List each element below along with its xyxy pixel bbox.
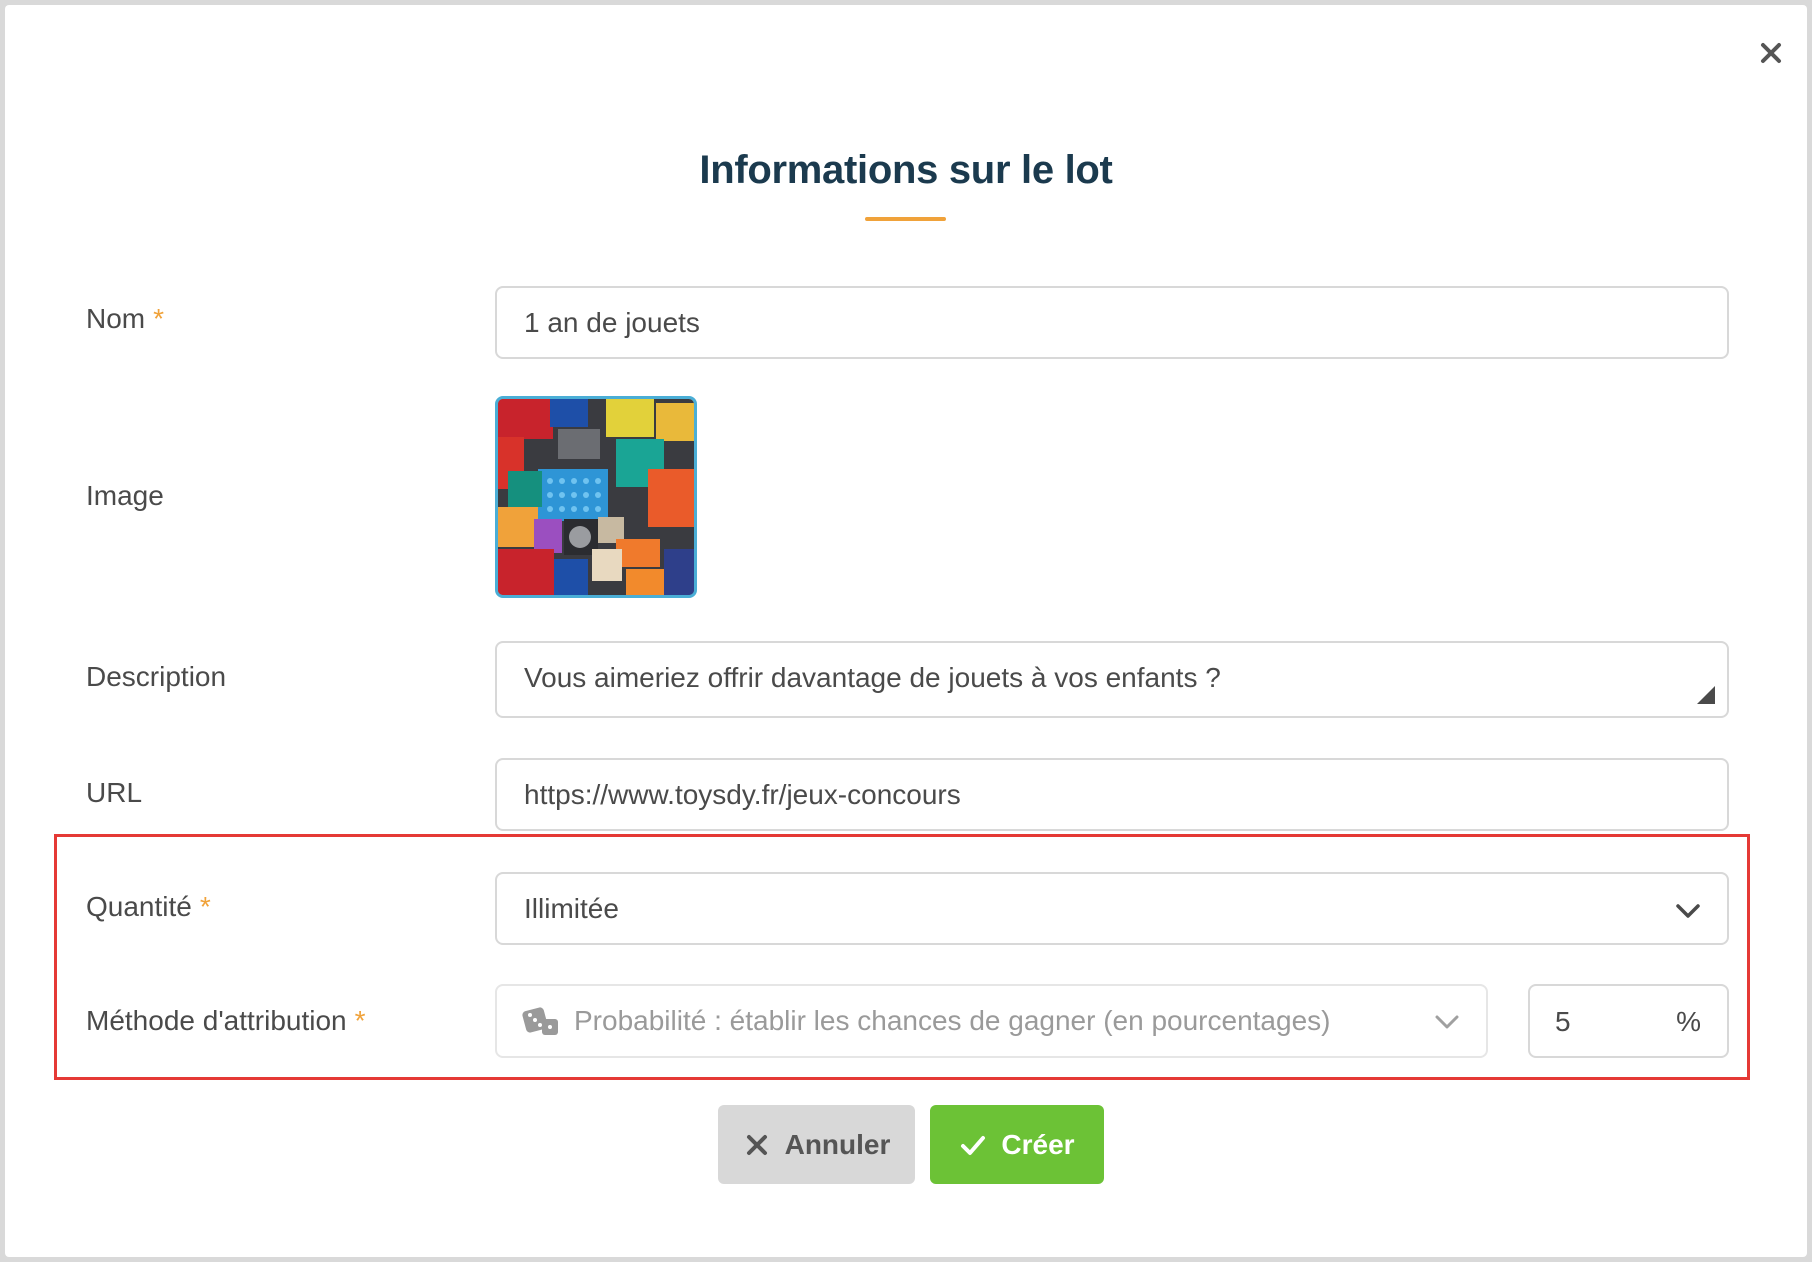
close-button[interactable]: [1753, 35, 1789, 71]
create-button[interactable]: Créer: [930, 1105, 1104, 1184]
image-thumbnail[interactable]: [495, 396, 697, 598]
nom-input-value: 1 an de jouets: [524, 306, 700, 338]
nom-input[interactable]: 1 an de jouets: [495, 286, 1729, 359]
description-label: Description: [86, 661, 227, 692]
close-icon: [1761, 43, 1781, 63]
description-textarea[interactable]: Vous aimeriez offrir davantage de jouets…: [495, 641, 1729, 718]
title-underline: [865, 217, 946, 221]
resize-grip-icon[interactable]: [1697, 686, 1715, 704]
close-icon: [746, 1134, 767, 1155]
highlight-box: [54, 834, 1750, 1080]
modal-title: Informations sur le lot: [699, 148, 1113, 192]
nom-label-text: Nom: [86, 303, 146, 334]
url-input-value: https://www.toysdy.fr/jeux-concours: [524, 778, 961, 810]
url-input[interactable]: https://www.toysdy.fr/jeux-concours: [495, 758, 1729, 831]
cancel-label: Annuler: [784, 1128, 891, 1160]
image-label: Image: [86, 480, 164, 511]
required-asterisk: *: [153, 303, 165, 334]
nom-label: Nom *: [86, 303, 164, 335]
cancel-button[interactable]: Annuler: [718, 1105, 915, 1184]
check-icon: [961, 1135, 986, 1155]
toy-bricks-thumbnail: [498, 399, 694, 595]
create-label: Créer: [1001, 1128, 1075, 1160]
description-value: Vous aimeriez offrir davantage de jouets…: [524, 662, 1221, 693]
url-label: URL: [86, 777, 143, 808]
